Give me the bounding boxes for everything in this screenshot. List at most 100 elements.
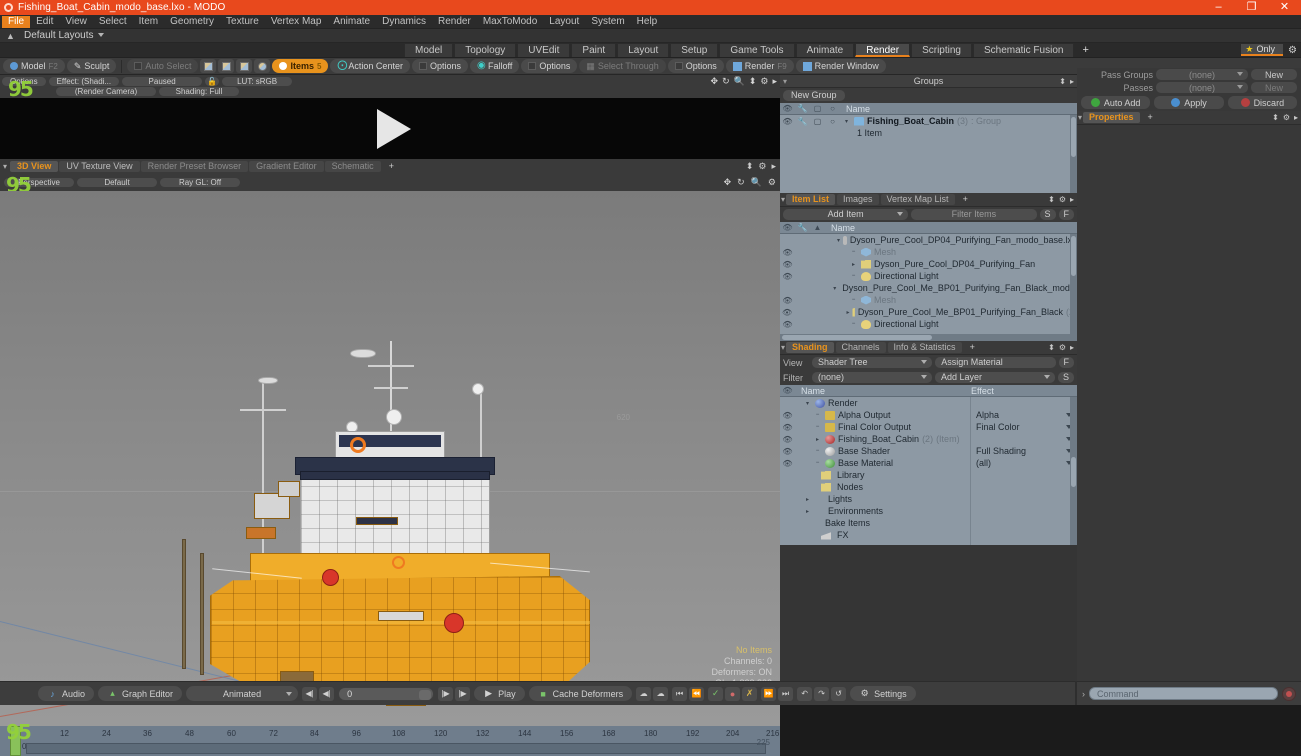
delete-key-button[interactable]: ✗ [742, 686, 758, 701]
list-item[interactable]: ▾ Dyson_Pure_Cool_Me_BP01_Purifying_Fan_B… [780, 282, 1077, 294]
pass-groups-new-button[interactable]: New [1251, 69, 1297, 80]
only-toggle[interactable]: ★ Only [1241, 44, 1283, 56]
timeline-track[interactable] [26, 743, 766, 754]
groups-collapse-icon[interactable]: ▾ [783, 77, 787, 86]
shading-eye-1[interactable]: 👁 [780, 411, 795, 420]
item-list-hscrollbar[interactable] [780, 334, 1077, 341]
apply-button[interactable]: Apply [1154, 96, 1224, 109]
menu-file[interactable]: File [2, 15, 31, 28]
curve-auto-button[interactable]: ↺ [831, 686, 847, 701]
select-through-options-button[interactable]: Options [667, 59, 724, 73]
item-eye-2[interactable]: 👁 [780, 260, 795, 269]
render-window-button[interactable]: Render Window [795, 59, 886, 73]
auto-add-button[interactable]: Auto Add [1081, 96, 1151, 109]
tab-scripting[interactable]: Scripting [911, 43, 972, 57]
groups-expand-icon[interactable]: ⬍ [1059, 77, 1066, 86]
new-group-button[interactable]: New Group [783, 90, 845, 101]
prev-keyframe-button[interactable]: ⏪ [689, 686, 705, 701]
move-icon[interactable]: ✥ [711, 76, 719, 87]
auto-select-button[interactable]: Auto Select [127, 59, 199, 73]
item-twirl-icon-4[interactable]: ▾ [833, 285, 836, 292]
shading-eye-2[interactable]: 👁 [780, 423, 795, 432]
shading-list-body[interactable]: ▾ Render 👁 − Alpha Output 👁 − Final Color Out… [780, 397, 1077, 545]
go-to-end-button[interactable]: |▶ [455, 686, 471, 701]
refresh-icon[interactable]: ↻ [722, 76, 730, 87]
menu-edit[interactable]: Edit [30, 16, 59, 28]
tab-render[interactable]: Render [855, 43, 911, 57]
tab-animate[interactable]: Animate [795, 43, 855, 57]
tab-game-tools[interactable]: Game Tools [719, 43, 795, 57]
falloff-button[interactable]: ◉ Falloff [469, 59, 520, 73]
close-button[interactable]: ✕ [1268, 0, 1301, 15]
record-icon[interactable] [1282, 686, 1296, 701]
shading-chevron-icon[interactable]: ▸ [1070, 343, 1074, 352]
item-list-f-button[interactable]: F [1058, 209, 1075, 220]
add-item-dropdown[interactable]: Add Item [783, 209, 909, 220]
material-mode-icon[interactable] [254, 59, 271, 73]
item-eye-7[interactable]: 👁 [780, 320, 795, 329]
polygon-mode-icon[interactable] [236, 59, 253, 73]
shader-tree-dropdown[interactable]: Shader Tree [812, 357, 933, 368]
menu-view[interactable]: View [59, 16, 93, 28]
table-row-sub[interactable]: 1 Item [780, 127, 1077, 139]
shading-twirl-3[interactable]: ▸ [813, 436, 822, 443]
shading-s-button[interactable]: S [1058, 372, 1075, 383]
pass-groups-dropdown[interactable]: (none) [1156, 69, 1248, 80]
tab-gradient-editor[interactable]: Gradient Editor [249, 160, 324, 172]
menu-dynamics[interactable]: Dynamics [376, 16, 432, 28]
cache-deformers-button[interactable]: ■ Cache Deformers [528, 686, 633, 701]
menu-texture[interactable]: Texture [220, 16, 265, 28]
action-center-button[interactable]: ⨀ Action Center [330, 59, 410, 73]
maximize-button[interactable]: ❐ [1235, 0, 1268, 15]
item-twirl-icon-6[interactable]: ▸ [846, 309, 849, 316]
item-eye-3[interactable]: 👁 [780, 272, 795, 281]
tab-schematic-fusion[interactable]: Schematic Fusion [972, 43, 1075, 57]
viewport-move-icon[interactable]: ✥ [724, 177, 732, 188]
shading-eye-5[interactable]: 👁 [780, 459, 795, 468]
item-list-s-button[interactable]: S [1039, 209, 1056, 220]
viewport-zoom-icon[interactable]: 🔍 [751, 177, 762, 188]
preview-lut-button[interactable]: LUT: sRGB [222, 76, 293, 86]
sculpt-mode-button[interactable]: ✎ Sculpt [66, 59, 117, 73]
effect-row-1[interactable]: Alpha [971, 409, 1077, 421]
item-list-collapse-icon[interactable]: ▾ [781, 195, 785, 204]
properties-add-tab-button[interactable]: + [1142, 112, 1159, 123]
settings-gear-icon[interactable]: ⚙ [1286, 44, 1299, 56]
row-twirl-icon[interactable]: ▾ [842, 118, 851, 125]
edge-mode-icon[interactable] [218, 59, 235, 73]
row-render-icon[interactable]: ○ [825, 117, 840, 126]
viewport-settings-gear-icon[interactable]: ⚙ [768, 177, 776, 188]
falloff-options-button[interactable]: Options [521, 59, 578, 73]
bounce-button[interactable]: ☁ [653, 686, 669, 701]
shading-twirl-0[interactable]: ▾ [803, 400, 812, 407]
item-eye-1[interactable]: 👁 [780, 248, 795, 257]
3d-viewport[interactable]: 620 No Items Channels: 0 Deformers: ON G… [0, 191, 780, 726]
tab-item-list[interactable]: Item List [786, 194, 836, 205]
filter-items-input[interactable]: Filter Items [911, 209, 1037, 220]
graph-editor-button[interactable]: ▴ Graph Editor [98, 686, 183, 701]
list-item[interactable]: 👁 − Directional Light [780, 270, 1077, 282]
zoom-icon[interactable]: 🔍 [734, 76, 745, 87]
tab-3d-view[interactable]: 3D View [10, 160, 59, 172]
properties-chevron-icon[interactable]: ▸ [1294, 113, 1298, 122]
item-eye-5[interactable]: 👁 [780, 296, 795, 305]
row-box-icon[interactable]: ▢ [810, 117, 825, 126]
vertex-mode-icon[interactable] [200, 59, 217, 73]
preview-paused-button[interactable]: Paused [122, 76, 203, 86]
next-key-button[interactable]: |▶ [438, 686, 454, 701]
items-mode-button[interactable]: Items 5 [272, 59, 329, 73]
tab-paint[interactable]: Paint [571, 43, 617, 57]
select-through-button[interactable]: ▦ Select Through [579, 59, 666, 73]
add-layer-dropdown[interactable]: Add Layer [935, 372, 1055, 383]
menu-system[interactable]: System [585, 16, 630, 28]
viewport-chevron-icon[interactable]: ▸ [771, 161, 776, 172]
tab-topology[interactable]: Topology [454, 43, 517, 57]
raygl-button[interactable]: Ray GL: Off [160, 177, 240, 187]
shading-scrollbar[interactable] [1070, 397, 1077, 545]
item-eye-6[interactable]: 👁 [780, 308, 794, 317]
effect-row-3[interactable] [971, 433, 1077, 445]
curve-in-button[interactable]: ↶ [797, 686, 813, 701]
tab-layout[interactable]: Layout [617, 43, 670, 57]
tab-vertex-map-list[interactable]: Vertex Map List [880, 194, 955, 205]
menu-maxtomodo[interactable]: MaxToModo [477, 16, 543, 28]
